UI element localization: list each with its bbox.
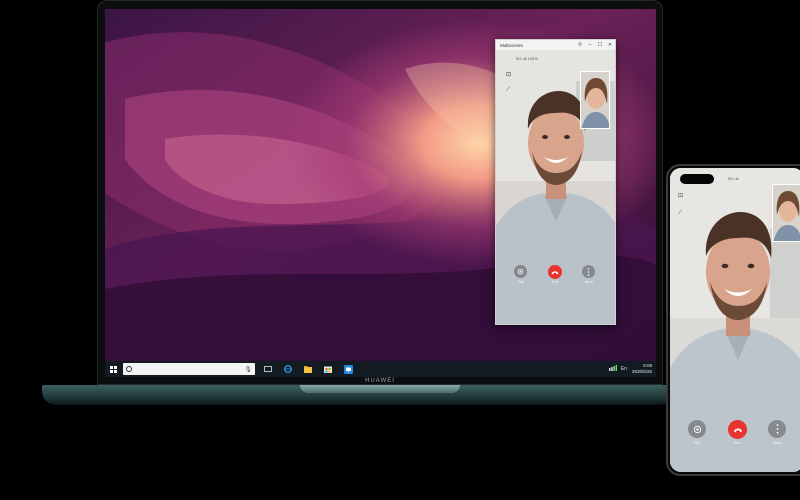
- phone-flip-camera-button[interactable]: [688, 420, 706, 438]
- phone-self-view-pip[interactable]: [772, 184, 800, 242]
- end-call-button[interactable]: [548, 265, 562, 279]
- phone-flip-label: Flip: [694, 441, 700, 445]
- flip-camera-button[interactable]: [514, 265, 527, 278]
- clock-date: 2020/5/26: [631, 369, 652, 374]
- self-view-pip[interactable]: [580, 71, 610, 129]
- windows-taskbar: 🎙 En 8:08 2020/5/26: [105, 361, 656, 377]
- phone-more-label: More: [773, 441, 781, 445]
- phone-speaker-icon[interactable]: ⊡: [678, 192, 683, 199]
- store-icon[interactable]: [321, 362, 335, 376]
- laptop-brand-logo: HUAWEI: [365, 378, 395, 384]
- multiscreen-app-icon[interactable]: [341, 362, 355, 376]
- phone-mute-video-icon[interactable]: ⟋: [678, 210, 682, 217]
- language-indicator[interactable]: En: [621, 366, 627, 372]
- system-tray: En 8:08 2020/5/26: [605, 363, 656, 375]
- multiscreen-title: Multiscreen: [500, 42, 524, 48]
- multiscreen-titlebar[interactable]: Multiscreen ⚲ – ☐ ✕: [496, 40, 615, 51]
- maximize-button[interactable]: ☐: [595, 40, 605, 50]
- taskbar-search-input[interactable]: [132, 364, 245, 374]
- multiscreen-window[interactable]: Multiscreen ⚲ – ☐ ✕ 5G ull 100% ⊡ ⟋ Flip…: [495, 39, 616, 325]
- phone-more-options-button[interactable]: [768, 420, 786, 438]
- network-icon[interactable]: [608, 365, 617, 373]
- phone-front-cameras: [680, 174, 714, 184]
- more-options-button[interactable]: [582, 265, 595, 278]
- windows-start-icon[interactable]: [105, 361, 121, 377]
- edge-icon[interactable]: [281, 362, 295, 376]
- call-status-bar: 5G ull 100%: [516, 56, 538, 61]
- laptop-screen: 🎙 En 8:08 2020/5/26 Multiscreen ⚲ – ☐ ✕ …: [105, 9, 656, 377]
- mic-icon[interactable]: 🎙: [244, 366, 252, 373]
- phone-screen: 5G ull ⊡ ⟋ Flip End More: [670, 168, 800, 472]
- pin-icon[interactable]: ⚲: [575, 40, 585, 50]
- video-call-view: 5G ull 100% ⊡ ⟋ Flip End More: [496, 51, 615, 324]
- phone-end-label: End: [733, 441, 741, 445]
- phone-end-call-button[interactable]: [728, 420, 747, 439]
- file-explorer-icon[interactable]: [301, 362, 315, 376]
- more-label: More: [585, 280, 593, 284]
- close-button[interactable]: ✕: [605, 40, 615, 50]
- end-label: End: [551, 280, 559, 284]
- flip-label: Flip: [518, 280, 524, 284]
- speaker-icon[interactable]: ⊡: [506, 71, 511, 78]
- task-view-icon[interactable]: [261, 362, 275, 376]
- laptop-hinge-notch: [300, 385, 460, 393]
- mute-video-icon[interactable]: ⟋: [506, 87, 510, 94]
- phone-status-bar: 5G ull: [728, 176, 739, 181]
- product-scene: 🎙 En 8:08 2020/5/26 Multiscreen ⚲ – ☐ ✕ …: [0, 0, 800, 500]
- taskbar-clock[interactable]: 8:08 2020/5/26: [632, 363, 652, 375]
- taskbar-search-box[interactable]: 🎙: [123, 363, 255, 375]
- minimize-button[interactable]: –: [585, 40, 595, 50]
